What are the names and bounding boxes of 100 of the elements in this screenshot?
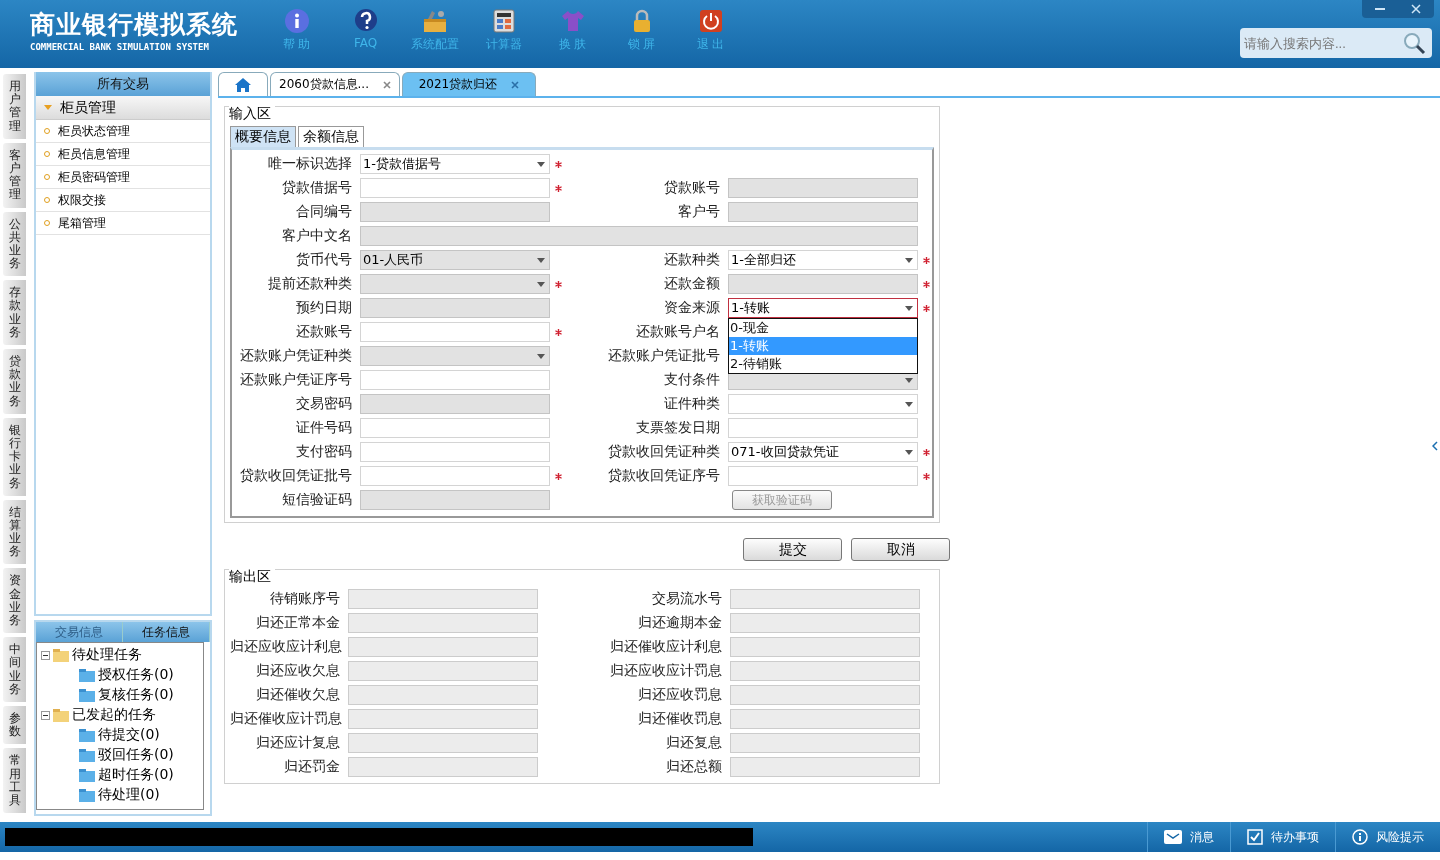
input-field[interactable] — [360, 418, 550, 438]
app-subtitle: COMMERCIAL BANK SIMULATION SYSTEM — [30, 42, 210, 52]
status-item[interactable]: 消息 — [1147, 822, 1230, 852]
module-tab[interactable]: 参数 — [3, 705, 26, 745]
dropdown-arrow-icon — [905, 449, 913, 455]
field-label: 还款种类 — [663, 251, 720, 269]
tree-node[interactable]: 超时任务(0) — [41, 765, 199, 785]
close-icon[interactable] — [383, 80, 391, 89]
field-label: 预约日期 — [295, 299, 352, 317]
document-tab[interactable]: 2060贷款信息... — [270, 72, 400, 96]
dropdown-arrow-icon — [537, 281, 545, 287]
search-field[interactable]: 请输入搜索内容... — [1240, 28, 1432, 58]
input-field[interactable] — [360, 178, 550, 198]
input-field[interactable] — [360, 442, 550, 462]
tree-node[interactable]: 授权任务(0) — [41, 665, 199, 685]
document-tab[interactable]: 2021贷款归还 — [402, 72, 536, 96]
module-tab[interactable]: 中间业务 — [3, 637, 26, 702]
status-item[interactable]: 风险提示 — [1335, 822, 1440, 852]
form-tab[interactable]: 余额信息 — [298, 126, 364, 147]
toolbox-icon — [421, 8, 448, 34]
field-label: 归还应收欠息 — [255, 662, 340, 680]
folder-icon — [79, 728, 95, 742]
tree-node[interactable]: 待处理(0) — [41, 785, 199, 805]
field-label: 归还催收应计利息 — [609, 638, 722, 656]
home-tab[interactable] — [218, 72, 268, 96]
close-icon[interactable] — [511, 80, 520, 89]
sidebar-item[interactable]: 柜员状态管理 — [36, 120, 210, 143]
tree-node[interactable]: 已发起的任务 — [41, 705, 199, 725]
field-label: 合同编号 — [295, 203, 352, 221]
field-label: 还款账号 — [295, 323, 352, 341]
section-title: 输入区 — [229, 105, 275, 123]
field-label: 支付密码 — [295, 443, 352, 461]
module-tab[interactable]: 公共业务 — [3, 211, 26, 277]
module-tab[interactable]: 贷款业务 — [3, 349, 26, 414]
tree-node[interactable]: 复核任务(0) — [41, 685, 199, 705]
field-label: 货币代号 — [295, 251, 352, 269]
field-label: 客户号 — [677, 203, 720, 221]
sidebar-item[interactable]: 柜员密码管理 — [36, 166, 210, 189]
tree-node[interactable]: 待提交(0) — [41, 725, 199, 745]
field-label: 支票签发日期 — [635, 419, 720, 437]
home-icon — [234, 76, 252, 93]
field-label: 归还逾期本金 — [637, 614, 722, 632]
field-label: 归还催收应计罚息 — [230, 710, 340, 728]
field-label: 归还正常本金 — [255, 614, 340, 632]
minus-box-icon[interactable] — [41, 650, 50, 660]
module-tab[interactable]: 客户管理 — [3, 142, 26, 208]
dropdown-arrow-icon — [905, 257, 913, 263]
sidebar-item[interactable]: 柜员信息管理 — [36, 143, 210, 166]
field-label: 还款账户凭证批号 — [607, 347, 720, 365]
folder-icon — [79, 668, 95, 682]
field-label: 归还总额 — [665, 758, 722, 776]
select-field[interactable]: 1-转账 — [728, 298, 918, 318]
sidebar-item[interactable]: 尾箱管理 — [36, 212, 210, 235]
submit-button[interactable]: 提交 — [743, 538, 842, 561]
module-tab[interactable]: 结算业务 — [3, 499, 26, 565]
field-label: 还款账户凭证序号 — [239, 371, 352, 389]
chevron-left-icon — [1432, 441, 1438, 451]
field-label: 贷款账号 — [663, 179, 720, 197]
cancel-button[interactable]: 取消 — [851, 538, 950, 561]
input-field[interactable] — [728, 418, 918, 438]
field-label: 归还应收罚息 — [637, 686, 722, 704]
input-field[interactable] — [728, 466, 918, 486]
field-label: 还款账户凭证种类 — [239, 347, 352, 365]
dropdown-arrow-icon — [537, 353, 545, 359]
folder-icon — [79, 748, 95, 762]
field-label: 贷款收回凭证种类 — [607, 443, 720, 461]
select-field[interactable]: 071-收回贷款凭证 — [728, 442, 918, 462]
field-label: 贷款收回凭证批号 — [239, 467, 352, 485]
dropdown-arrow-icon — [537, 161, 545, 167]
module-tab[interactable]: 常用工具 — [3, 748, 26, 814]
section-title: 输出区 — [229, 568, 275, 586]
form-tab[interactable]: 概要信息 — [230, 126, 296, 147]
select-field[interactable]: 1-贷款借据号 — [360, 154, 550, 174]
sidebar-group[interactable]: 柜员管理 — [36, 96, 210, 120]
field-label: 归还应收应计罚息 — [609, 662, 722, 680]
input-field[interactable] — [360, 370, 550, 390]
module-tab[interactable]: 银行卡业务 — [3, 417, 26, 496]
folder-icon — [79, 788, 95, 802]
module-tab[interactable]: 资金业务 — [3, 568, 26, 634]
sidebar-header: 所有交易 — [36, 72, 210, 96]
minus-box-icon[interactable] — [41, 710, 50, 720]
tree-node[interactable]: 待处理任务 — [41, 645, 199, 665]
field-label: 客户中文名 — [281, 227, 352, 245]
field-label: 唯一标识选择 — [267, 155, 352, 173]
dropdown-arrow-icon — [905, 377, 913, 383]
input-field[interactable] — [360, 466, 550, 486]
select-field[interactable]: 1-全部归还 — [728, 250, 918, 270]
input-field[interactable] — [360, 322, 550, 342]
field-label: 归还罚金 — [283, 758, 340, 776]
select-field[interactable] — [728, 394, 918, 414]
app-title: 商业银行模拟系统 — [30, 10, 239, 40]
calculator-icon — [490, 8, 517, 34]
folder-icon — [53, 648, 69, 662]
power-icon — [697, 8, 724, 34]
tree-node[interactable]: 驳回任务(0) — [41, 745, 199, 765]
module-tab[interactable]: 存款业务 — [3, 280, 26, 345]
field-label: 资金来源 — [663, 299, 720, 317]
sidebar-item[interactable]: 权限交接 — [36, 189, 210, 212]
status-item[interactable]: 待办事项 — [1230, 822, 1335, 852]
module-tab[interactable]: 用户管理 — [3, 74, 26, 139]
